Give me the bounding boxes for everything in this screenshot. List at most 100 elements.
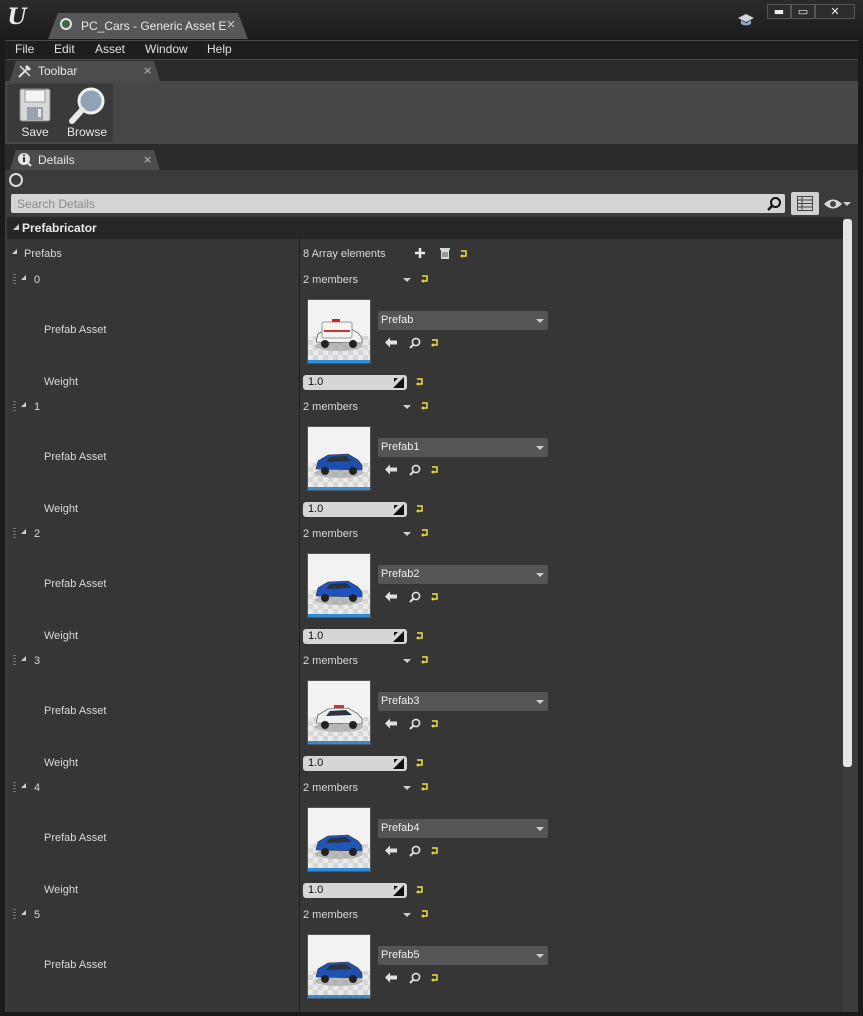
- lock-selection-icon[interactable]: [9, 173, 23, 187]
- reset-to-default-icon[interactable]: [460, 250, 468, 258]
- menu-file[interactable]: File: [15, 42, 34, 56]
- expand-arrow-icon[interactable]: [21, 529, 26, 534]
- asset-thumbnail[interactable]: [307, 680, 371, 745]
- menu-window[interactable]: Window: [145, 42, 188, 56]
- browse-asset-icon[interactable]: [409, 464, 421, 476]
- drag-handle-icon[interactable]: [13, 401, 16, 413]
- members-dropdown-icon[interactable]: [403, 659, 411, 663]
- weight-field[interactable]: 1.0: [303, 375, 407, 390]
- close-window-button[interactable]: ✕: [815, 4, 855, 19]
- menu-help[interactable]: Help: [207, 42, 232, 56]
- browse-button[interactable]: Browse: [62, 84, 112, 142]
- spin-drag-icon: [393, 377, 404, 388]
- view-options-button[interactable]: [821, 194, 853, 214]
- drag-handle-icon[interactable]: [13, 909, 16, 921]
- prefabs-expand-arrow-icon[interactable]: [12, 249, 17, 254]
- drag-handle-icon[interactable]: [13, 274, 16, 286]
- document-tab-close-icon[interactable]: ×: [226, 17, 236, 31]
- category-title: Prefabricator: [22, 221, 97, 235]
- property-matrix-button[interactable]: [791, 192, 819, 215]
- reset-to-default-icon[interactable]: [416, 505, 424, 513]
- reset-to-default-icon[interactable]: [431, 974, 439, 982]
- asset-picker-combo[interactable]: Prefab: [378, 311, 548, 330]
- asset-thumbnail[interactable]: [307, 426, 371, 491]
- scrollbar-thumb[interactable]: [843, 219, 852, 767]
- browse-asset-icon[interactable]: [409, 591, 421, 603]
- toolbar-tab[interactable]: Toolbar ×: [10, 61, 160, 81]
- browse-asset-icon[interactable]: [409, 337, 421, 349]
- weight-field[interactable]: 1.0: [303, 756, 407, 771]
- asset-picker-combo[interactable]: Prefab4: [378, 819, 548, 838]
- menu-edit[interactable]: Edit: [54, 42, 75, 56]
- asset-name: Prefab: [381, 314, 414, 326]
- drag-handle-icon[interactable]: [13, 528, 16, 540]
- reset-to-default-icon[interactable]: [421, 783, 429, 791]
- toolbar-tab-close-icon[interactable]: ×: [143, 64, 152, 77]
- asset-thumbnail[interactable]: [307, 553, 371, 618]
- use-selected-arrow-icon[interactable]: [385, 591, 397, 602]
- reset-to-default-icon[interactable]: [431, 720, 439, 728]
- browse-asset-icon[interactable]: [409, 845, 421, 857]
- asset-picker-combo[interactable]: Prefab5: [378, 946, 548, 965]
- browse-asset-icon[interactable]: [409, 718, 421, 730]
- weight-field[interactable]: 1.0: [303, 629, 407, 644]
- details-tab-close-icon[interactable]: ×: [143, 153, 152, 166]
- details-tab[interactable]: Details ×: [10, 150, 160, 170]
- expand-arrow-icon[interactable]: [21, 275, 26, 280]
- toolbar-tab-label: Toolbar: [38, 64, 78, 78]
- search-input[interactable]: [11, 194, 767, 213]
- reset-to-default-icon[interactable]: [421, 529, 429, 537]
- expand-arrow-icon[interactable]: [21, 656, 26, 661]
- maximize-button[interactable]: ▭: [791, 4, 815, 19]
- reset-to-default-icon[interactable]: [431, 466, 439, 474]
- members-dropdown-icon[interactable]: [403, 405, 411, 409]
- add-element-icon[interactable]: [414, 247, 426, 259]
- reset-to-default-icon[interactable]: [416, 886, 424, 894]
- members-dropdown-icon[interactable]: [403, 913, 411, 917]
- save-button[interactable]: Save: [10, 84, 60, 142]
- reset-to-default-icon[interactable]: [431, 847, 439, 855]
- unreal-logo-icon[interactable]: U: [4, 3, 30, 31]
- weight-field[interactable]: 1.0: [303, 883, 407, 898]
- drag-handle-icon[interactable]: [13, 782, 16, 794]
- menu-asset[interactable]: Asset: [95, 42, 125, 56]
- delete-all-icon[interactable]: [439, 247, 451, 259]
- members-dropdown-icon[interactable]: [403, 532, 411, 536]
- browse-asset-icon[interactable]: [409, 972, 421, 984]
- asset-picker-combo[interactable]: Prefab1: [378, 438, 548, 457]
- asset-thumbnail[interactable]: [307, 299, 371, 364]
- use-selected-arrow-icon[interactable]: [385, 972, 397, 983]
- weight-field[interactable]: 1.0: [303, 502, 407, 517]
- save-icon: [19, 88, 51, 122]
- minimize-button[interactable]: ▬: [767, 4, 791, 19]
- expand-arrow-icon[interactable]: [21, 910, 26, 915]
- expand-arrow-icon[interactable]: [21, 783, 26, 788]
- reset-to-default-icon[interactable]: [421, 656, 429, 664]
- drag-handle-icon[interactable]: [13, 655, 16, 667]
- use-selected-arrow-icon[interactable]: [385, 464, 397, 475]
- document-tab[interactable]: PC_Cars - Generic Asset E ×: [48, 13, 248, 39]
- column-splitter[interactable]: [299, 239, 300, 1012]
- use-selected-arrow-icon[interactable]: [385, 845, 397, 856]
- reset-to-default-icon[interactable]: [431, 593, 439, 601]
- reset-to-default-icon[interactable]: [421, 275, 429, 283]
- members-dropdown-icon[interactable]: [403, 278, 411, 282]
- reset-to-default-icon[interactable]: [421, 910, 429, 918]
- asset-picker-combo[interactable]: Prefab3: [378, 692, 548, 711]
- reset-to-default-icon[interactable]: [431, 339, 439, 347]
- members-dropdown-icon[interactable]: [403, 786, 411, 790]
- graduation-cap-icon[interactable]: [737, 12, 755, 28]
- use-selected-arrow-icon[interactable]: [385, 718, 397, 729]
- reset-to-default-icon[interactable]: [416, 759, 424, 767]
- use-selected-arrow-icon[interactable]: [385, 337, 397, 348]
- asset-picker-combo[interactable]: Prefab2: [378, 565, 548, 584]
- asset-thumbnail[interactable]: [307, 934, 371, 999]
- category-header-prefabricator[interactable]: Prefabricator: [7, 217, 843, 239]
- asset-thumbnail[interactable]: [307, 807, 371, 872]
- reset-to-default-icon[interactable]: [416, 378, 424, 386]
- search-icon[interactable]: [766, 196, 782, 212]
- element-index: 0: [34, 274, 41, 286]
- reset-to-default-icon[interactable]: [416, 632, 424, 640]
- reset-to-default-icon[interactable]: [421, 402, 429, 410]
- expand-arrow-icon[interactable]: [21, 402, 26, 407]
